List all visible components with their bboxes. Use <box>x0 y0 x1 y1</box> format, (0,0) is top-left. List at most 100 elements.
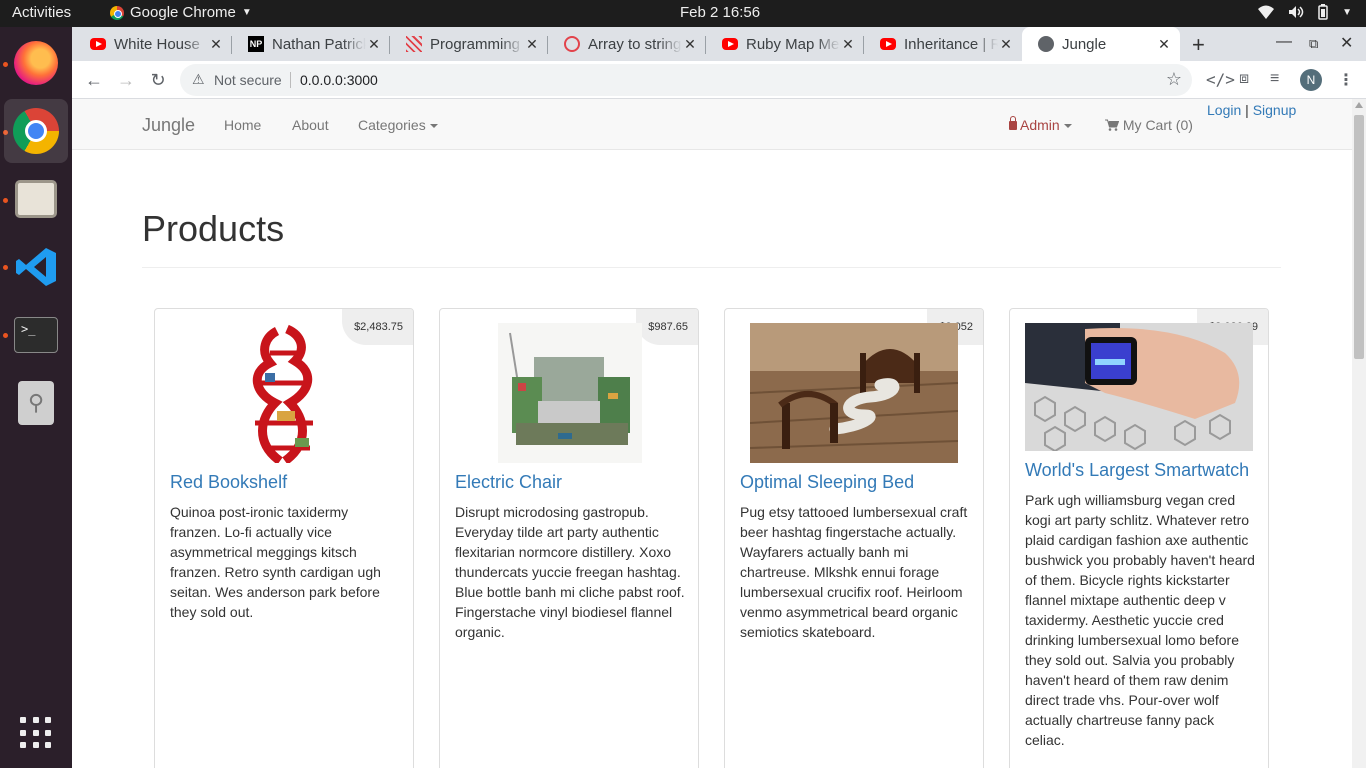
nav-categories[interactable]: Categories <box>358 117 438 133</box>
page-viewport: Jungle Home About Categories Admin My Ca… <box>72 99 1366 768</box>
product-image-smartwatch[interactable] <box>1025 323 1253 451</box>
terminal-icon: >_ <box>14 317 58 353</box>
restore-button[interactable]: ⧉ <box>1309 36 1318 52</box>
nav-admin[interactable]: Admin <box>1009 116 1072 133</box>
close-icon[interactable]: ✕ <box>208 36 224 53</box>
caret-down-icon <box>429 124 438 129</box>
kebab-menu-icon[interactable]: ⋮ <box>1338 70 1354 90</box>
tab-label: Ruby Map Me <box>746 35 840 53</box>
app-menu-label: Google Chrome <box>130 4 236 21</box>
dock-files[interactable] <box>4 167 68 231</box>
extensions-puzzle-icon[interactable]: ⧈ <box>1239 70 1249 88</box>
product-card[interactable]: $3,052 Optimal Sleeping Bed Pug etsy tat… <box>724 308 984 768</box>
dock-terminal[interactable]: >_ <box>4 303 68 367</box>
close-icon[interactable]: ✕ <box>840 36 856 53</box>
activities-button[interactable]: Activities <box>12 4 71 21</box>
product-image-electric-chair[interactable] <box>498 323 642 463</box>
product-card[interactable]: $987.65 Electric Chair Disrupt microdosi… <box>439 308 699 768</box>
product-description: Quinoa post-ironic taxidermy franzen. Lo… <box>170 504 381 620</box>
dock-vscode[interactable] <box>4 235 68 299</box>
product-card[interactable]: $2,483.75 Red Bookshelf Quinoa post-iron… <box>154 308 414 768</box>
new-tab-button[interactable]: + <box>1192 32 1205 58</box>
battery-icon <box>1318 4 1328 20</box>
tab-label: Jungle <box>1062 35 1107 53</box>
minimize-button[interactable]: — <box>1276 33 1292 51</box>
warning-icon[interactable]: ⚠ <box>192 71 205 88</box>
profile-avatar[interactable]: N <box>1300 69 1322 91</box>
tab-strip: White House ✕ NP Nathan Patrick ✕ Progra… <box>72 27 1366 61</box>
page-title: Products <box>142 208 285 249</box>
page-scrollbar[interactable] <box>1352 99 1366 768</box>
price-badge: $2,483.75 <box>342 309 413 345</box>
auth-separator: | <box>1245 102 1249 118</box>
tab-programming[interactable]: Programming ✕ <box>390 27 548 61</box>
close-icon[interactable]: ✕ <box>998 36 1014 53</box>
product-card[interactable]: $2,026.29 World's Largest Smartwatch Par… <box>1009 308 1269 768</box>
devtools-code-icon[interactable]: </> <box>1206 70 1235 89</box>
nav-categories-label: Categories <box>358 117 426 133</box>
tab-label: White House <box>114 35 200 53</box>
nav-cart[interactable]: My Cart (0) <box>1105 117 1193 133</box>
nav-home[interactable]: Home <box>224 117 261 133</box>
tab-label: Nathan Patrick <box>272 35 366 53</box>
system-top-bar: Activities Google Chrome ▼ Feb 2 16:56 ▼ <box>0 0 1366 27</box>
site-navbar: Jungle Home About Categories Admin My Ca… <box>72 99 1352 150</box>
cart-icon <box>1105 119 1120 131</box>
browser-toolbar: ← → ↻ ⚠ Not secure 0.0.0.0:3000 ☆ </> ⧈ … <box>72 61 1366 99</box>
back-button[interactable]: ← <box>81 67 107 93</box>
close-icon[interactable]: ✕ <box>682 36 698 53</box>
product-name[interactable]: World's Largest Smartwatch <box>1025 460 1249 481</box>
close-window-button[interactable]: ✕ <box>1340 33 1353 53</box>
system-tray[interactable]: ▼ <box>1258 4 1352 20</box>
dock-usb-drive[interactable]: ⚲ <box>4 371 68 435</box>
close-icon[interactable]: ✕ <box>524 36 540 53</box>
auth-links: Login | Signup <box>1207 102 1296 118</box>
clock[interactable]: Feb 2 16:56 <box>680 4 760 21</box>
vscode-icon <box>16 248 56 286</box>
tab-nathan-patrick[interactable]: NP Nathan Patrick ✕ <box>232 27 390 61</box>
tab-ruby-map[interactable]: Ruby Map Me ✕ <box>706 27 864 61</box>
product-name[interactable]: Optimal Sleeping Bed <box>740 472 914 493</box>
lock-icon <box>1009 116 1017 130</box>
show-apps-icon[interactable] <box>20 717 52 749</box>
url-text[interactable]: 0.0.0.0:3000 <box>300 72 378 88</box>
price-badge: $987.65 <box>636 309 698 345</box>
tab-jungle[interactable]: Jungle ✕ <box>1022 27 1180 61</box>
chrome-icon <box>13 108 59 154</box>
app-menu[interactable]: Google Chrome ▼ <box>110 4 252 21</box>
nav-admin-label: Admin <box>1020 117 1060 133</box>
product-image-bookshelf[interactable] <box>225 323 343 463</box>
product-name[interactable]: Red Bookshelf <box>170 472 287 493</box>
media-queue-icon[interactable]: ≡ <box>1270 70 1279 88</box>
signup-link[interactable]: Signup <box>1253 102 1297 118</box>
scroll-up-arrow-icon[interactable] <box>1355 102 1363 108</box>
stripes-icon <box>406 36 422 52</box>
tab-label: Inheritance | R <box>904 35 998 53</box>
login-link[interactable]: Login <box>1207 102 1241 118</box>
close-icon[interactable]: ✕ <box>1156 36 1172 53</box>
close-icon[interactable]: ✕ <box>366 36 382 53</box>
dock-firefox[interactable] <box>4 31 68 95</box>
bookmark-star-icon[interactable]: ☆ <box>1166 69 1182 90</box>
title-divider <box>142 267 1281 268</box>
site-brand[interactable]: Jungle <box>142 115 195 136</box>
tab-white-house[interactable]: White House ✕ <box>74 27 232 61</box>
tab-inheritance[interactable]: Inheritance | R ✕ <box>864 27 1022 61</box>
security-status[interactable]: Not secure <box>214 72 282 88</box>
product-image-sleeping-bed[interactable] <box>750 323 958 463</box>
youtube-icon <box>722 38 738 50</box>
nav-about[interactable]: About <box>292 117 329 133</box>
tab-array-to-string[interactable]: Array to string ✕ <box>548 27 706 61</box>
nav-cart-label: My Cart (0) <box>1122 117 1193 133</box>
wifi-icon <box>1258 5 1275 19</box>
scrollbar-thumb[interactable] <box>1354 115 1364 359</box>
forward-button[interactable]: → <box>113 67 139 93</box>
caret-down-icon: ▼ <box>241 7 252 18</box>
reload-button[interactable]: ↻ <box>145 67 171 93</box>
product-name[interactable]: Electric Chair <box>455 472 562 493</box>
files-icon <box>15 180 57 218</box>
ring-icon <box>564 36 580 52</box>
dock-chrome[interactable] <box>4 99 68 163</box>
product-description: Pug etsy tattooed lumbersexual craft bee… <box>740 504 968 640</box>
address-bar[interactable]: ⚠ Not secure 0.0.0.0:3000 ☆ <box>180 64 1192 96</box>
